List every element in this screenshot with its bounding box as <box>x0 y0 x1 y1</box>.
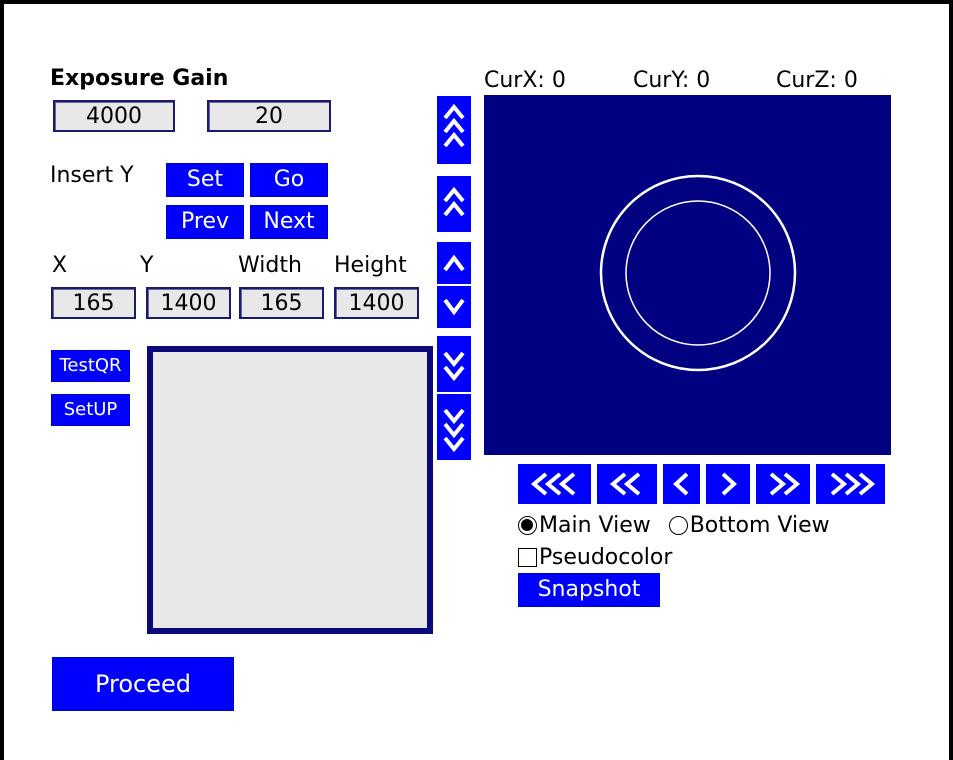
x-field[interactable] <box>51 287 136 319</box>
main-view-label[interactable]: Main View <box>539 513 651 538</box>
double-right-button[interactable] <box>756 464 810 504</box>
pseudocolor-label[interactable]: Pseudocolor <box>539 545 672 570</box>
snapshot-button[interactable]: Snapshot <box>518 573 660 607</box>
prev-button[interactable]: Prev <box>166 205 244 239</box>
camera-reticle <box>599 174 797 372</box>
main-view-radio[interactable] <box>518 516 537 535</box>
right-icon <box>721 472 737 496</box>
up-button[interactable] <box>437 242 471 284</box>
height-label: Height <box>334 253 407 278</box>
proceed-button[interactable]: Proceed <box>52 657 234 711</box>
gain-field[interactable] <box>207 100 331 132</box>
curx-readout: CurX: 0 <box>484 68 566 93</box>
right-button[interactable] <box>706 464 750 504</box>
pseudocolor-checkbox[interactable] <box>518 548 537 567</box>
outer-ring <box>599 174 797 372</box>
exposure-gain-title: Exposure Gain <box>50 66 229 91</box>
triple-left-button[interactable] <box>518 464 591 504</box>
testqr-button[interactable]: TestQR <box>51 350 130 382</box>
triple-down-icon <box>443 408 465 453</box>
cury-readout: CurY: 0 <box>633 68 711 93</box>
curz-readout: CurZ: 0 <box>776 68 858 93</box>
insert-y-label: Insert Y <box>50 163 134 188</box>
double-left-button[interactable] <box>597 464 657 504</box>
bottom-view-label[interactable]: Bottom View <box>690 513 830 538</box>
double-down-button[interactable] <box>437 336 471 392</box>
set-button[interactable]: Set <box>166 163 244 197</box>
camera-view[interactable] <box>484 95 891 455</box>
double-up-button[interactable] <box>437 176 471 232</box>
height-field[interactable] <box>334 287 419 319</box>
width-field[interactable] <box>239 287 324 319</box>
triple-up-icon <box>443 103 465 148</box>
double-right-icon <box>769 472 801 496</box>
triple-down-button[interactable] <box>437 394 471 460</box>
left-button[interactable] <box>663 464 700 504</box>
up-icon <box>443 254 465 272</box>
triple-right-icon <box>830 472 875 496</box>
down-icon <box>443 298 465 316</box>
double-down-icon <box>443 351 465 382</box>
setup-button[interactable]: SetUP <box>51 394 130 426</box>
x-label: X <box>52 253 68 278</box>
triple-up-button[interactable] <box>437 96 471 164</box>
exposure-field[interactable] <box>53 100 175 132</box>
view-selector: Main View Bottom View <box>518 513 830 538</box>
width-label: Width <box>238 253 302 278</box>
inner-ring <box>625 200 771 346</box>
double-up-icon <box>443 186 465 217</box>
y-label: Y <box>140 253 154 278</box>
qr-preview-box <box>147 346 433 634</box>
triple-right-button[interactable] <box>816 464 885 504</box>
bottom-view-radio[interactable] <box>668 516 688 535</box>
go-button[interactable]: Go <box>250 163 328 197</box>
left-icon <box>672 472 688 496</box>
pseudocolor-option: Pseudocolor <box>518 545 672 570</box>
triple-left-icon <box>530 472 575 496</box>
y-field[interactable] <box>146 287 231 319</box>
down-button[interactable] <box>437 286 471 328</box>
next-button[interactable]: Next <box>250 205 328 239</box>
double-left-icon <box>609 472 641 496</box>
